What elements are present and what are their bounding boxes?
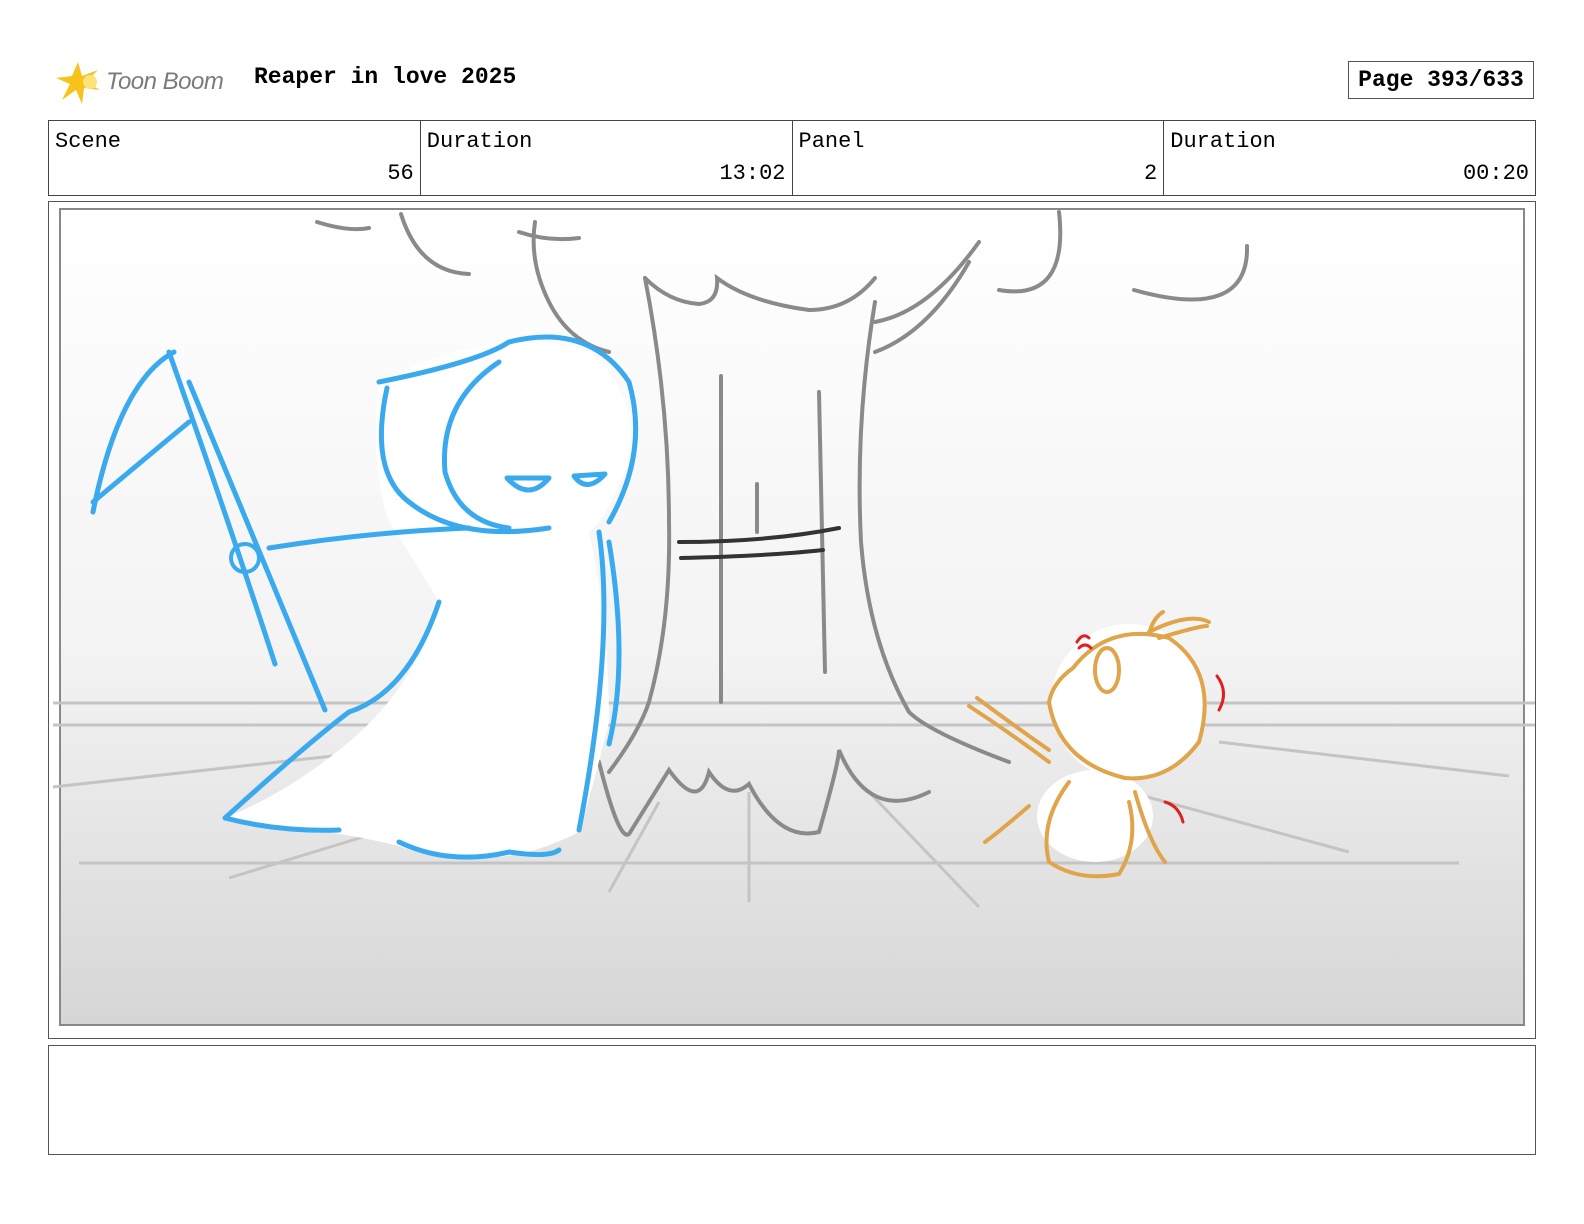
- notes-box: [48, 1045, 1536, 1155]
- toon-boom-logo: Toon Boom: [52, 56, 242, 108]
- scene-label: Scene: [55, 129, 122, 154]
- scene-value: 56: [387, 161, 414, 186]
- project-title: Reaper in love 2025: [254, 64, 517, 90]
- scene-duration-value: 13:02: [719, 161, 786, 186]
- panel-duration-value: 00:20: [1462, 161, 1529, 186]
- panel-duration-cell: Duration 00:20: [1164, 121, 1535, 195]
- scene-cell: Scene 56: [49, 121, 421, 195]
- panel-label: Panel: [798, 129, 865, 154]
- panel-cell: Panel 2: [793, 121, 1165, 195]
- panel-drawing: [52, 208, 1535, 1026]
- scene-duration-label: Duration: [426, 129, 533, 154]
- starburst-icon: [56, 62, 100, 104]
- storyboard-panel: [48, 201, 1536, 1039]
- logo-text: Toon Boom: [106, 68, 224, 95]
- panel-frame: [59, 208, 1525, 1026]
- info-table: Scene 56 Duration 13:02 Panel 2 Duration…: [48, 120, 1536, 196]
- page-indicator: Page 393/633: [1348, 61, 1534, 99]
- scene-duration-cell: Duration 13:02: [421, 121, 793, 195]
- panel-value: 2: [1144, 161, 1158, 186]
- panel-duration-label: Duration: [1170, 129, 1276, 154]
